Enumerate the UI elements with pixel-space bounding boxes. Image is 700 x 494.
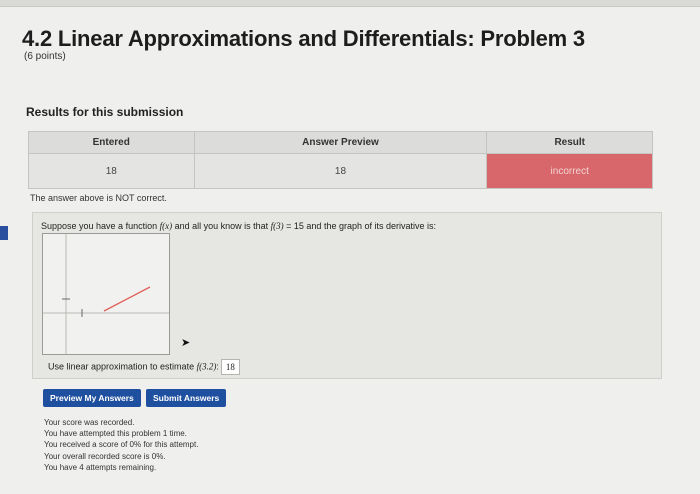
results-header-row: Entered Answer Preview Result xyxy=(28,131,653,154)
submit-answers-button[interactable]: Submit Answers xyxy=(146,389,227,407)
answer-input[interactable]: 18 xyxy=(220,359,240,375)
results-heading: Results for this submission xyxy=(26,105,184,119)
col-answer-preview: Answer Preview xyxy=(193,131,488,154)
graph-frame xyxy=(42,233,170,355)
problem-box: Suppose you have a function f(x) and all… xyxy=(32,212,662,379)
points-label: (6 points) xyxy=(24,51,66,62)
score-message: You have attempted this problem 1 time. xyxy=(44,429,187,439)
statement-part: = 15 and the graph of its derivative is: xyxy=(283,221,436,231)
pointer-cursor-icon: ➤ xyxy=(181,337,191,349)
col-entered: Entered xyxy=(28,131,195,154)
score-messages: Your score was recorded. You have attemp… xyxy=(44,417,198,473)
estimate-prompt: Use linear approximation to estimate f(3… xyxy=(48,359,240,375)
score-message: Your score was recorded. xyxy=(44,418,135,427)
answer-preview-value: 18 xyxy=(193,153,488,189)
estimate-colon: : xyxy=(216,361,219,372)
score-message: Your overall recorded score is 0%. xyxy=(44,451,166,461)
top-bar xyxy=(0,0,700,7)
estimate-label: Use linear approximation to estimate xyxy=(48,361,197,372)
score-message: You received a score of 0% for this atte… xyxy=(44,440,199,450)
answer-status-message: The answer above is NOT correct. xyxy=(30,193,167,203)
math-fx: f(x) xyxy=(159,221,173,231)
entered-value: 18 xyxy=(28,153,195,189)
math-f32: f(3.2) xyxy=(196,361,217,372)
results-table: Entered Answer Preview Result 18 18 inco… xyxy=(28,131,653,189)
results-row: 18 18 incorrect xyxy=(28,153,653,189)
math-f3: f(3) xyxy=(270,221,284,231)
page-title: 4.2 Linear Approximations and Differenti… xyxy=(22,26,585,51)
col-result: Result xyxy=(486,131,653,154)
problem-statement: Suppose you have a function f(x) and all… xyxy=(41,221,436,231)
preview-answers-button[interactable]: Preview My Answers xyxy=(43,389,141,407)
statement-part: and all you know is that xyxy=(172,221,271,231)
score-message: You have 4 attempts remaining. xyxy=(44,462,157,472)
side-tab[interactable] xyxy=(0,226,8,240)
derivative-graph xyxy=(42,233,170,355)
result-badge: incorrect xyxy=(486,153,653,189)
statement-part: Suppose you have a function xyxy=(41,221,160,231)
